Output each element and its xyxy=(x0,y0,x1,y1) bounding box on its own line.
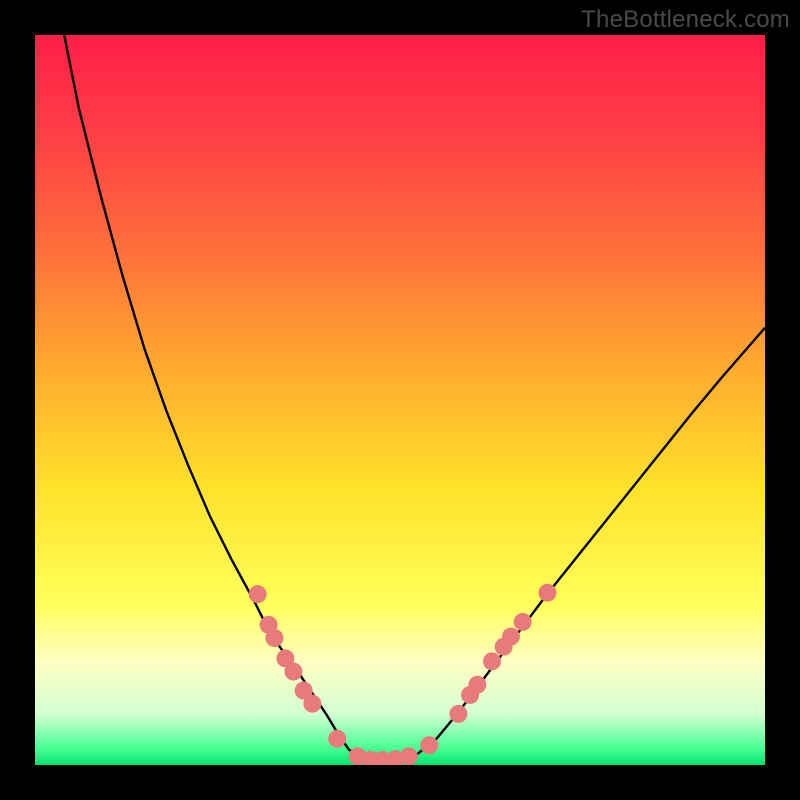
data-marker xyxy=(265,629,283,647)
data-marker xyxy=(303,695,321,713)
watermark-label: TheBottleneck.com xyxy=(581,6,790,34)
data-marker xyxy=(514,613,532,631)
gradient-background xyxy=(35,35,765,765)
chart-frame: TheBottleneck.com xyxy=(0,0,800,800)
data-marker xyxy=(284,663,302,681)
plot-svg xyxy=(35,35,765,765)
data-marker xyxy=(328,730,346,748)
data-marker xyxy=(449,705,467,723)
data-marker xyxy=(502,628,520,646)
data-marker xyxy=(400,747,418,765)
plot-area xyxy=(35,35,765,765)
data-marker xyxy=(249,585,267,603)
data-marker xyxy=(468,676,486,694)
data-marker xyxy=(420,736,438,754)
data-marker xyxy=(538,584,556,602)
data-marker xyxy=(483,652,501,670)
